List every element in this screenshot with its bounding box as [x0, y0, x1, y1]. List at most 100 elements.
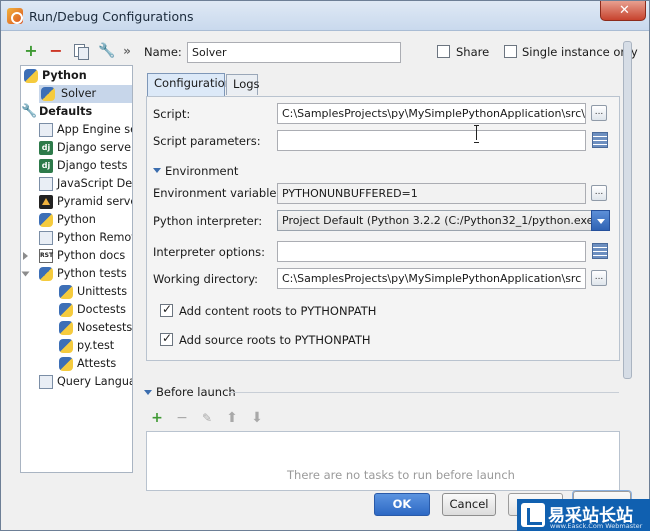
close-icon: ✕	[619, 3, 630, 18]
add-icon[interactable]: +	[23, 43, 39, 59]
tree-item-label: Python	[42, 69, 87, 82]
tree-item-label: Python tests	[57, 267, 127, 280]
app-engine-icon	[39, 123, 53, 137]
name-label: Name:	[144, 45, 182, 59]
before-launch-label: Before launch	[156, 385, 236, 399]
tree-item-label: Unittests	[77, 285, 128, 298]
tree-item-label: Nosetests	[77, 321, 133, 334]
config-toolbar: + − 🔧 »	[21, 41, 136, 61]
python-icon	[59, 339, 73, 353]
interp-options-input[interactable]	[277, 241, 586, 262]
before-launch-task-list[interactable]: There are no tasks to run before launch	[146, 431, 620, 491]
environment-collapse-icon[interactable]	[153, 168, 161, 173]
share-checkbox[interactable]	[437, 45, 450, 58]
configuration-tree[interactable]: Python Solver 🔧 Defaults App Engine serv…	[20, 65, 133, 473]
dialog-vertical-scrollbar[interactable]	[623, 41, 632, 379]
copy-icon[interactable]	[72, 43, 89, 60]
interpreter-value: Project Default (Python 3.2.2 (C:/Python…	[282, 214, 603, 227]
cancel-button[interactable]: Cancel	[442, 493, 496, 516]
tree-item-label: Doctests	[77, 303, 126, 316]
tree-item-label: Python docs	[57, 249, 126, 262]
ok-button[interactable]: OK	[374, 493, 430, 516]
tree-item-solver[interactable]: Solver	[39, 85, 132, 103]
single-instance-checkbox[interactable]	[504, 45, 517, 58]
wrench-icon[interactable]: 🔧	[98, 43, 115, 59]
run-debug-dialog: Run/Debug Configurations ✕ + − 🔧 » Pytho…	[0, 0, 650, 531]
tree-item-label: App Engine serv	[57, 123, 132, 136]
section-divider	[229, 392, 619, 393]
tree-item-label: JavaScript Debu	[57, 177, 133, 190]
tree-item-label: Django server	[57, 141, 133, 154]
rst-icon: RST	[39, 249, 53, 263]
tree-item-label: Defaults	[39, 105, 93, 118]
chevron-down-icon[interactable]	[591, 210, 610, 231]
expand-editor-icon[interactable]	[592, 243, 608, 259]
tree-item-label: Python Remote	[57, 231, 132, 244]
interpreter-label: Python interpreter:	[153, 214, 263, 228]
site-watermark: 易采站长站 www.Easck.Com Webmaster	[517, 499, 650, 531]
browse-script-button[interactable]: ...	[591, 105, 607, 121]
browse-working-dir-button[interactable]: ...	[591, 270, 607, 286]
tab-configuration[interactable]: Configuration	[147, 73, 232, 96]
interpreter-select[interactable]: Project Default (Python 3.2.2 (C:/Python…	[277, 210, 610, 231]
python-icon	[59, 285, 73, 299]
remove-icon[interactable]: −	[48, 43, 64, 59]
expand-arrow-icon[interactable]	[23, 252, 28, 260]
tree-item-label: Django tests	[57, 159, 128, 172]
script-params-label: Script parameters:	[153, 134, 261, 148]
share-label: Share	[456, 45, 490, 59]
window-title: Run/Debug Configurations	[29, 9, 194, 24]
tree-item-defaults[interactable]: 🔧 Defaults	[21, 103, 132, 121]
before-launch-collapse-icon[interactable]	[144, 390, 152, 395]
query-icon	[39, 375, 53, 389]
content-roots-checkbox[interactable]	[160, 302, 173, 317]
edit-task-icon[interactable]: ✎	[200, 411, 214, 425]
tree-item-label: Python	[57, 213, 96, 226]
collapse-arrow-icon[interactable]	[21, 271, 30, 277]
remove-task-icon[interactable]: −	[175, 411, 189, 425]
expand-editor-icon[interactable]	[592, 132, 608, 148]
tree-item-label: Attests	[77, 357, 117, 370]
tree-item-label: Solver	[61, 87, 97, 100]
django-icon: dj	[39, 159, 53, 173]
env-vars-label: Environment variables:	[153, 186, 287, 200]
tree-item-python[interactable]: Python	[24, 67, 132, 85]
working-dir-input[interactable]: C:\SamplesProjects\py\MySimplePythonAppl…	[277, 268, 586, 289]
name-input[interactable]: Solver	[187, 42, 401, 63]
tree-item-label: Query Language	[57, 375, 132, 388]
watermark-logo-icon	[521, 503, 545, 527]
pycharm-app-icon	[7, 8, 23, 24]
single-instance-label: Single instance only	[522, 45, 638, 59]
edit-env-vars-button[interactable]: ...	[591, 185, 607, 201]
source-roots-label: Add source roots to PYTHONPATH	[179, 333, 371, 347]
pyramid-icon	[39, 195, 53, 209]
python-icon	[59, 321, 73, 335]
tree-item-label: Pyramid server	[57, 195, 132, 208]
text-cursor-icon	[474, 125, 480, 143]
env-vars-input[interactable]: PYTHONUNBUFFERED=1	[277, 183, 586, 204]
move-down-icon[interactable]: ⬇	[250, 411, 264, 425]
python-icon	[41, 87, 55, 101]
move-up-icon[interactable]: ⬆	[225, 411, 239, 425]
python-icon	[24, 69, 38, 83]
add-task-icon[interactable]: +	[150, 411, 164, 425]
javascript-icon	[39, 177, 53, 191]
python-remote-icon	[39, 231, 53, 245]
environment-section-label: Environment	[165, 164, 239, 178]
python-icon	[59, 357, 73, 371]
title-bar[interactable]: Run/Debug Configurations ✕	[1, 1, 649, 31]
python-icon	[59, 303, 73, 317]
script-params-input[interactable]	[277, 130, 586, 151]
python-icon	[39, 267, 53, 281]
more-icon[interactable]: »	[119, 43, 135, 59]
source-roots-checkbox[interactable]	[160, 331, 173, 346]
tab-logs[interactable]: Logs	[226, 74, 260, 95]
close-window-button[interactable]: ✕	[600, 1, 646, 21]
script-path-input[interactable]: C:\SamplesProjects\py\MySimplePythonAppl…	[277, 103, 586, 124]
tree-item-label: py.test	[77, 339, 115, 352]
python-icon	[39, 213, 53, 227]
script-label: Script:	[153, 107, 191, 121]
watermark-url: www.Easck.Com Webmaster	[550, 522, 643, 530]
empty-tasks-message: There are no tasks to run before launch	[287, 468, 515, 482]
wrench-icon: 🔧	[21, 104, 38, 119]
